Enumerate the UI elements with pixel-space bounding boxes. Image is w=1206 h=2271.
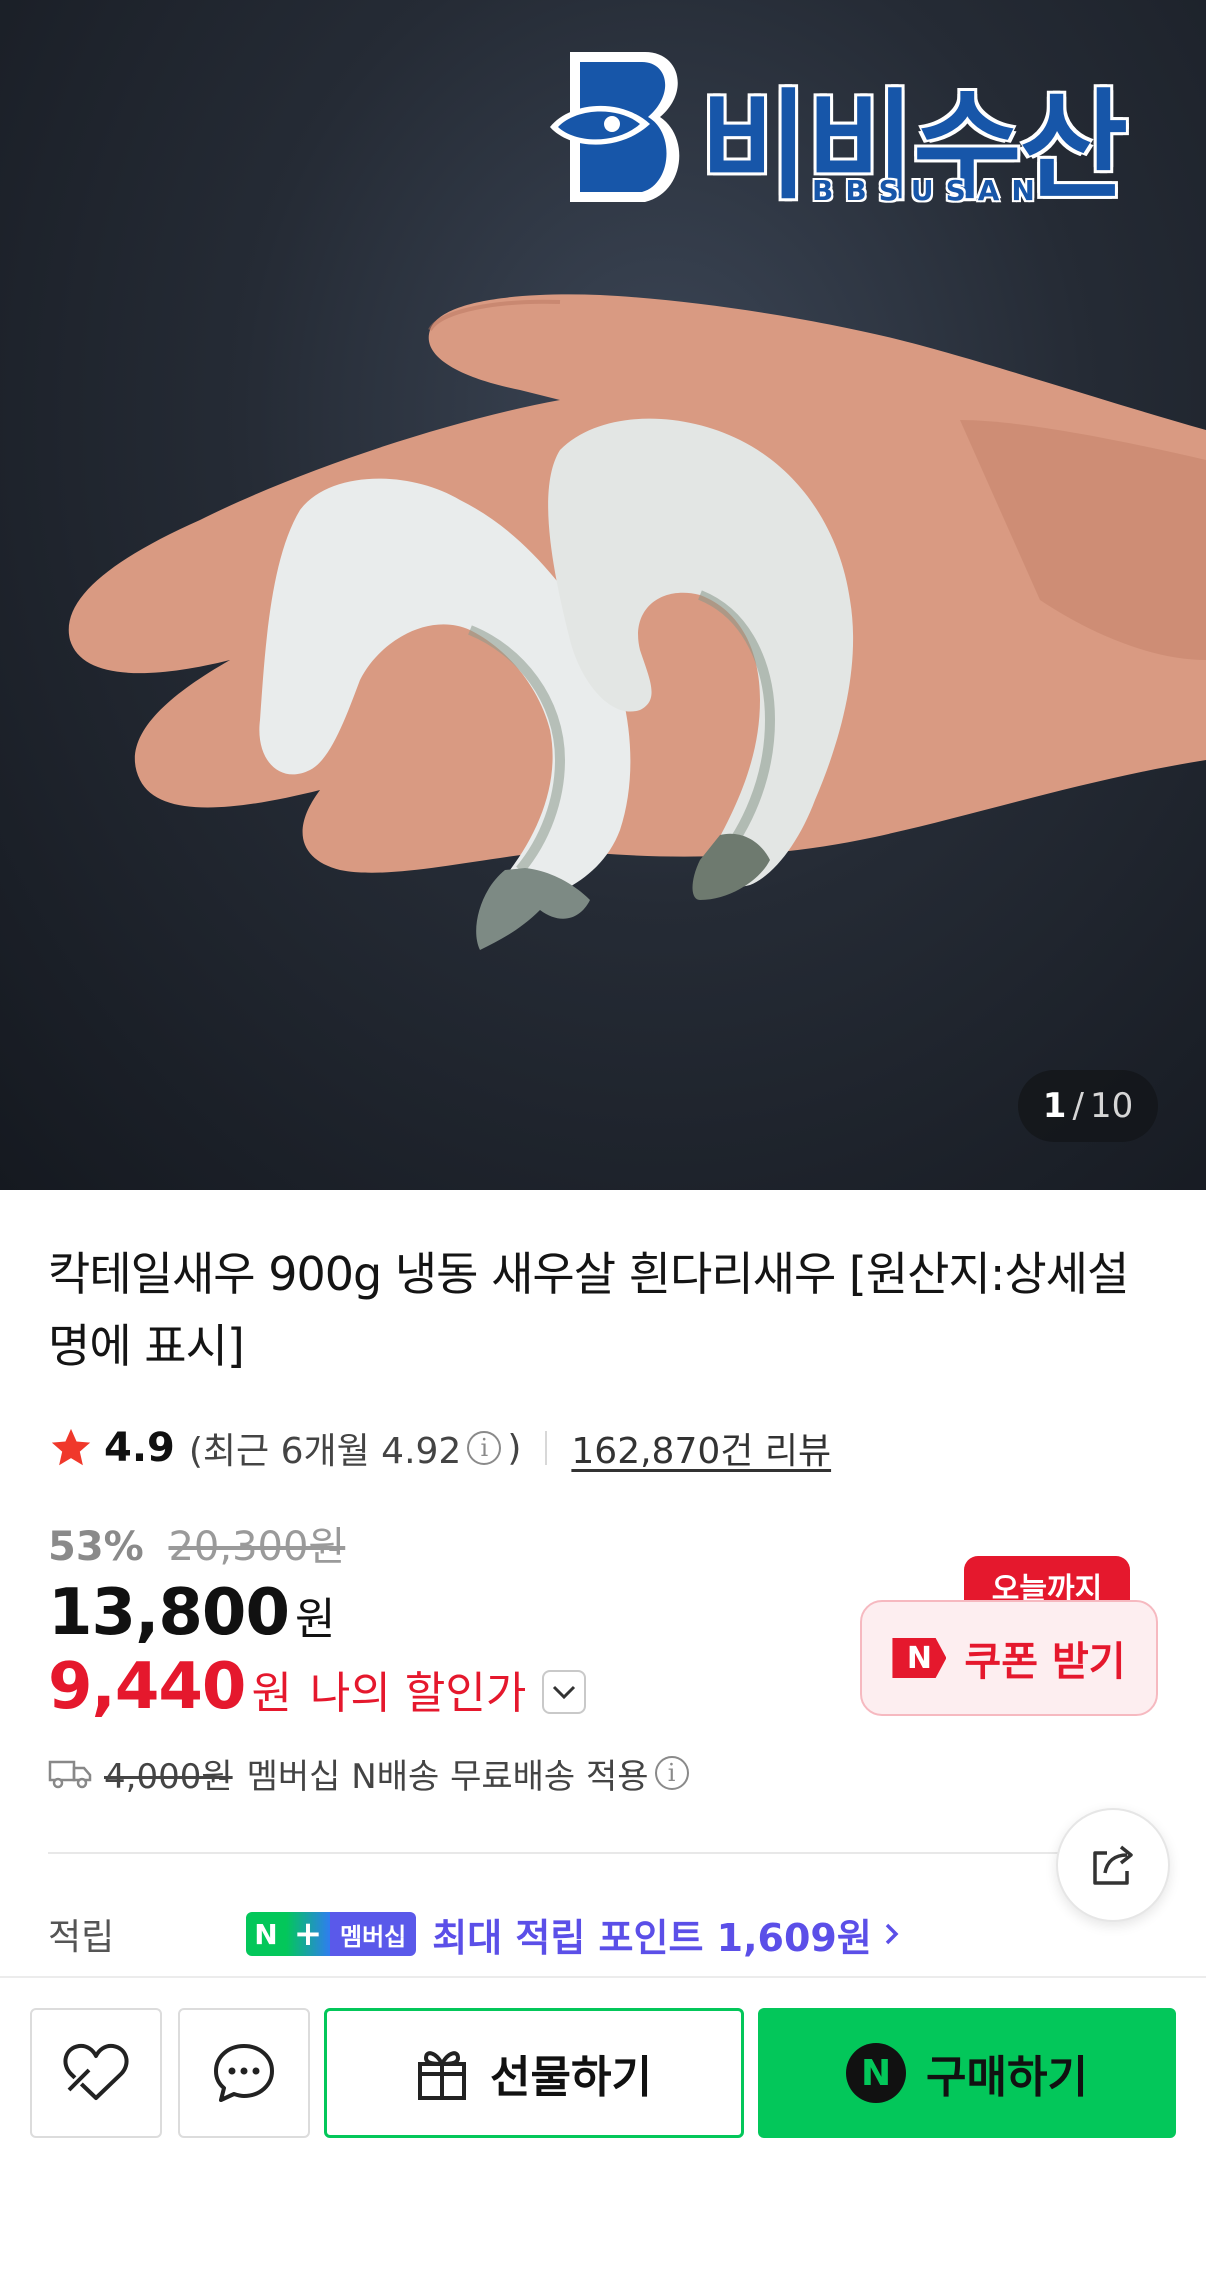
my-discount-price: 9,440	[48, 1650, 246, 1724]
nplus-membership-badge: N + 멤버십	[246, 1912, 417, 1956]
buy-button[interactable]: N 구매하기	[758, 2008, 1176, 2138]
chevron-right-icon	[885, 1923, 899, 1945]
info-icon[interactable]: i	[467, 1431, 502, 1465]
product-title: 칵테일새우 900g 냉동 새우살 흰다리새우 [원산지:상세설명에 표시]	[48, 1247, 1129, 1373]
share-button[interactable]	[1056, 1808, 1170, 1922]
coupon-label: 쿠폰 받기	[964, 1639, 1126, 1685]
image-counter: 1 / 10	[1018, 1070, 1158, 1142]
shipping-text: 멤버십 N배송 무료배송 적용	[246, 1756, 649, 1797]
discount-row: 53% 20,300원	[48, 1514, 345, 1572]
rating-value: 4.9	[104, 1425, 175, 1471]
counter-current: 1	[1042, 1086, 1067, 1126]
gift-button[interactable]: 선물하기	[324, 2008, 744, 2138]
original-price: 20,300원	[168, 1524, 346, 1570]
max-points-text: 최대 적립 포인트 1,609원	[432, 1915, 872, 1960]
shipping-row: 4,000원 멤버십 N배송 무료배송 적용 i	[48, 1748, 695, 1798]
share-icon	[1093, 1845, 1133, 1885]
sale-price-currency: 원	[294, 1594, 336, 1645]
my-price-row[interactable]: 9,440 원 나의 할인가	[48, 1650, 587, 1724]
discount-rate: 53%	[48, 1524, 144, 1570]
nplus-plus: +	[286, 1912, 330, 1956]
rating-divider	[545, 1431, 548, 1465]
rating-row: 4.9 (최근 6개월 4.92 i ) 162,870건 리뷰	[48, 1418, 831, 1478]
like-button[interactable]	[30, 2008, 162, 2138]
chat-icon	[214, 2044, 274, 2102]
bottom-action-bar: 선물하기 N 구매하기	[0, 1976, 1206, 2271]
brand-logo: 비비수산 BBSUSAN	[540, 32, 1150, 222]
nplus-membership: 멤버십	[330, 1912, 417, 1956]
coupon-n-icon: N	[892, 1638, 947, 1678]
my-price-currency: 원	[251, 1668, 292, 1719]
brand-name-en: BBSUSAN	[812, 174, 1047, 207]
counter-separator: /	[1072, 1086, 1084, 1126]
points-row[interactable]: 적립 N + 멤버십 최대 적립 포인트 1,609원	[48, 1906, 1158, 1962]
buy-label: 구매하기	[926, 2052, 1088, 2103]
nplus-n: N	[246, 1912, 286, 1956]
chevron-down-icon	[553, 1685, 576, 1700]
sale-price-row: 13,800 원	[48, 1576, 335, 1650]
section-divider	[48, 1852, 1108, 1854]
product-image-carousel[interactable]: 비비수산 BBSUSAN 1 / 10	[0, 0, 1206, 1190]
gift-label: 선물하기	[490, 2052, 652, 2103]
fish-logo-icon	[550, 52, 680, 202]
star-icon	[51, 1428, 91, 1466]
naverpay-n-icon: N	[846, 2043, 907, 2103]
heart-icon	[63, 2043, 129, 2100]
shipping-old-fee: 4,000원	[104, 1756, 233, 1797]
gift-icon	[418, 2051, 467, 2100]
my-discount-label: 나의 할인가	[309, 1668, 527, 1719]
sale-price: 13,800	[48, 1576, 290, 1650]
points-label: 적립	[48, 1917, 115, 1958]
recent-rating-text: (최근 6개월 4.92	[188, 1431, 462, 1472]
truck-icon	[48, 1760, 92, 1789]
recent-rating-close: )	[507, 1427, 522, 1469]
coupon-download-button[interactable]: N 쿠폰 받기	[860, 1600, 1158, 1716]
talk-talk-button[interactable]	[178, 2008, 310, 2138]
my-price-expand-button[interactable]	[542, 1670, 587, 1714]
review-count-link[interactable]: 162,870건 리뷰	[571, 1422, 831, 1474]
counter-total: 10	[1089, 1086, 1134, 1126]
shipping-info-icon[interactable]: i	[654, 1756, 689, 1790]
